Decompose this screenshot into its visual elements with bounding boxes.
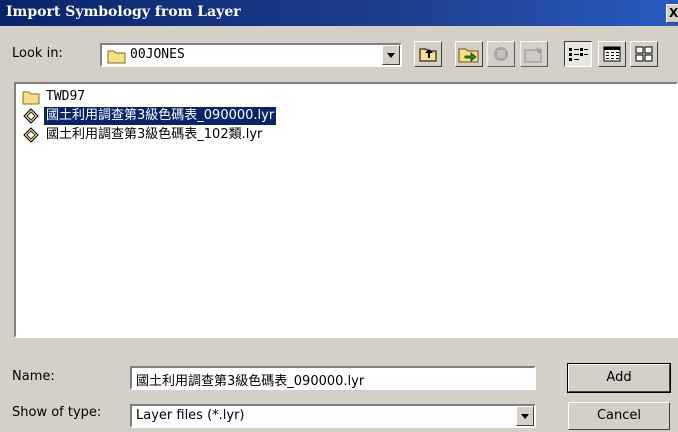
file-name: TWD97 xyxy=(46,89,86,104)
cancel-button[interactable]: Cancel xyxy=(568,402,670,430)
window-title: Import Symbology from Layer xyxy=(6,4,241,20)
up-one-level-icon xyxy=(419,48,437,62)
name-value: 國土利用調查第3級色碼表_090000.lyr xyxy=(136,374,365,389)
connect-to-folder-icon xyxy=(458,48,479,63)
close-button[interactable]: X xyxy=(666,4,678,23)
file-name: 國土利用調查第3級色碼表_102類.lyr xyxy=(46,127,263,142)
new-folder-icon xyxy=(524,46,542,63)
list-view-icon xyxy=(569,48,588,61)
up-one-level-button[interactable] xyxy=(414,41,442,67)
thumbnails-view-button[interactable] xyxy=(630,41,658,67)
layer-file-icon xyxy=(23,108,39,124)
name-label: Name: xyxy=(12,369,55,384)
look-in-label: Look in: xyxy=(12,46,63,61)
list-view-button[interactable] xyxy=(564,41,592,67)
chevron-down-icon[interactable] xyxy=(382,45,400,65)
look-in-value: 00JONES xyxy=(130,47,185,62)
show-of-type-label: Show of type: xyxy=(12,405,102,420)
file-list[interactable]: TWD97 國土利用調查第3級色碼表_090000.lyr 國土利用調查第3級色… xyxy=(14,82,678,338)
disconnect-folder-icon xyxy=(494,47,508,61)
add-button[interactable]: Add xyxy=(567,363,671,393)
look-in-dropdown[interactable]: 00JONES xyxy=(100,43,402,67)
title-bar[interactable]: Import Symbology from Layer X xyxy=(0,0,678,26)
details-view-button[interactable] xyxy=(598,41,626,67)
file-type-dropdown[interactable]: Layer files (*.lyr) xyxy=(130,404,536,428)
details-view-icon xyxy=(603,46,621,62)
folder-icon xyxy=(107,50,126,64)
new-folder-button[interactable] xyxy=(520,41,548,67)
file-name: 國土利用調查第3級色碼表_090000.lyr xyxy=(42,106,278,126)
layer-file-icon xyxy=(23,127,39,143)
name-input[interactable]: 國土利用調查第3級色碼表_090000.lyr xyxy=(130,366,536,390)
folder-icon xyxy=(22,91,40,105)
file-type-value: Layer files (*.lyr) xyxy=(136,408,245,423)
thumbnails-view-icon xyxy=(635,46,653,62)
disconnect-folder-button[interactable] xyxy=(487,41,515,67)
chevron-down-icon[interactable] xyxy=(516,406,534,426)
connect-to-folder-button[interactable] xyxy=(455,41,483,67)
